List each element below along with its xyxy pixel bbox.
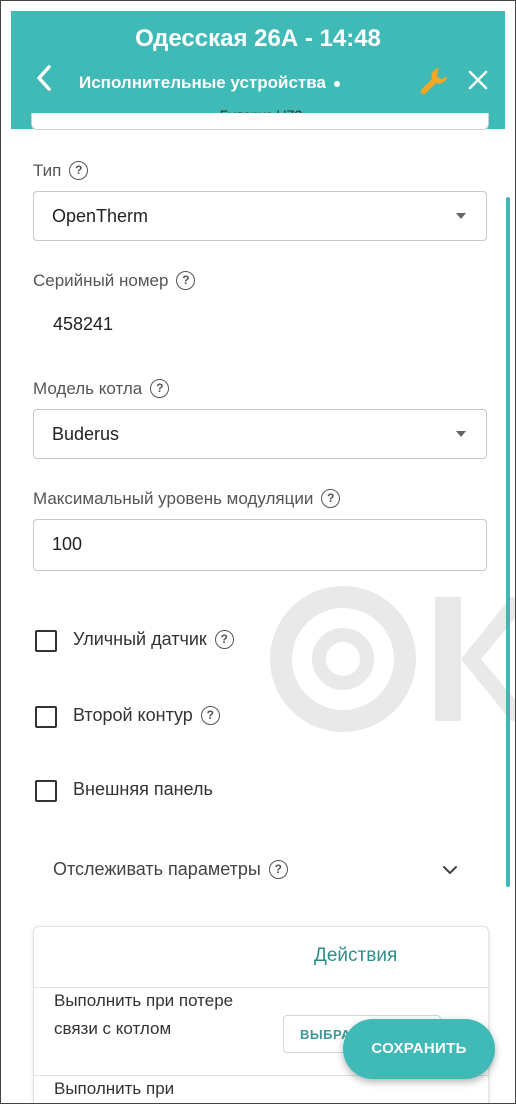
tab-strip xyxy=(31,113,489,130)
app-header: Одесская 26А - 14:48 Исполнительные устр… xyxy=(11,11,505,129)
help-icon[interactable]: ? xyxy=(150,379,170,398)
dropdown-caret-icon xyxy=(456,431,466,437)
action-row-label: Выполнить при потере связи с котлом xyxy=(54,991,234,1038)
scrollbar[interactable] xyxy=(506,197,510,887)
type-select-value: OpenTherm xyxy=(52,206,149,226)
track-params-toggle[interactable]: Отслеживать параметры? xyxy=(53,859,288,880)
page-title: Одесская 26А - 14:48 xyxy=(135,25,381,52)
second-circuit-label: Второй контур? xyxy=(73,705,220,726)
boiler-model-select-value: Buderus xyxy=(52,424,120,444)
unsaved-dot-icon xyxy=(333,80,340,87)
boiler-model-label-text: Модель котла xyxy=(33,379,143,398)
chevron-down-icon[interactable] xyxy=(441,863,459,877)
help-icon[interactable]: ? xyxy=(176,271,196,290)
street-sensor-label: Уличный датчик? xyxy=(73,629,234,650)
second-circuit-label-text: Второй контур xyxy=(73,705,193,725)
street-sensor-checkbox[interactable] xyxy=(35,630,57,652)
type-label: Тип? xyxy=(33,161,89,181)
serial-value: 458241 xyxy=(53,314,114,334)
external-panel-label: Внешняя панель xyxy=(73,779,213,799)
second-circuit-checkbox[interactable] xyxy=(35,706,57,728)
watermark-logo xyxy=(270,586,515,732)
help-icon[interactable]: ? xyxy=(268,860,288,879)
help-icon[interactable]: ? xyxy=(200,706,220,725)
dropdown-caret-icon xyxy=(456,213,466,219)
boiler-model-select[interactable]: Buderus xyxy=(33,409,487,459)
type-label-text: Тип xyxy=(33,161,62,180)
wrench-icon[interactable] xyxy=(417,64,451,100)
help-icon[interactable]: ? xyxy=(321,489,341,508)
close-icon[interactable] xyxy=(467,69,489,91)
action-row-label: Выполнить при xyxy=(54,1079,175,1098)
help-icon[interactable]: ? xyxy=(69,161,89,180)
serial-label: Серийный номер? xyxy=(33,271,196,291)
app-frame: Одесская 26А - 14:48 Исполнительные устр… xyxy=(0,0,516,1104)
boiler-model-label: Модель котла? xyxy=(33,379,170,399)
type-select[interactable]: OpenTherm xyxy=(33,191,487,241)
help-icon[interactable]: ? xyxy=(214,630,234,649)
serial-label-text: Серийный номер xyxy=(33,271,169,290)
external-panel-checkbox[interactable] xyxy=(35,780,57,802)
save-button[interactable]: СОХРАНИТЬ xyxy=(343,1019,495,1079)
actions-header: Действия xyxy=(314,945,398,966)
page-subtitle: Исполнительные устройства xyxy=(79,73,340,93)
max-modulation-label-text: Максимальный уровень модуляции xyxy=(33,489,314,508)
street-sensor-label-text: Уличный датчик xyxy=(73,629,207,649)
track-params-label: Отслеживать параметры xyxy=(53,859,261,879)
max-modulation-input[interactable]: 100 xyxy=(33,519,487,571)
back-arrow-icon[interactable] xyxy=(33,63,63,99)
max-modulation-label: Максимальный уровень модуляции? xyxy=(33,489,341,509)
max-modulation-input-value: 100 xyxy=(52,534,83,554)
page-subtitle-text: Исполнительные устройства xyxy=(79,73,326,92)
